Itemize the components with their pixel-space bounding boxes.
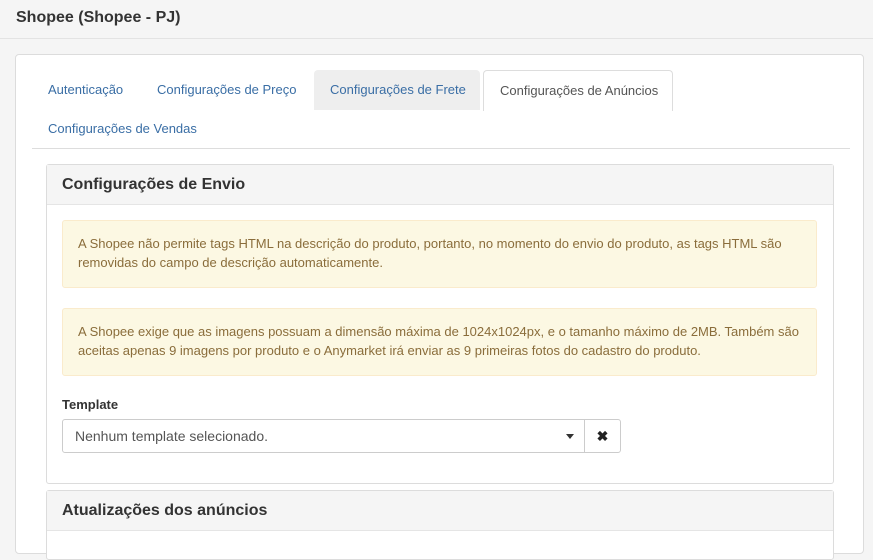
tab-autenticacao[interactable]: Autenticação <box>48 70 123 110</box>
integration-card: Autenticação Configurações de Preço Conf… <box>15 54 864 560</box>
caret-down-icon <box>566 434 574 439</box>
template-select-value: Nenhum template selecionado. <box>75 428 269 444</box>
template-label: Template <box>62 397 119 412</box>
alert-image-limits: A Shopee exige que as imagens possuam a … <box>62 308 817 376</box>
section-configuracoes-envio: Configurações de Envio A Shopee não perm… <box>46 164 834 484</box>
section-title: Atualizações dos anúncios <box>47 491 833 531</box>
template-select[interactable]: Nenhum template selecionado. <box>62 419 585 453</box>
page-title: Shopee (Shopee - PJ) <box>16 9 181 26</box>
tab-configuracoes-anuncios[interactable]: Configurações de Anúncios <box>483 70 673 111</box>
section-title: Configurações de Envio <box>47 165 833 205</box>
tab-configuracoes-preco[interactable]: Configurações de Preço <box>157 70 296 110</box>
tab-configuracoes-vendas[interactable]: Configurações de Vendas <box>48 109 197 149</box>
section-atualizacoes-anuncios: Atualizações dos anúncios <box>46 490 834 560</box>
page-header: Shopee (Shopee - PJ) <box>0 0 873 39</box>
alert-html-tags: A Shopee não permite tags HTML na descri… <box>62 220 817 288</box>
tabs-divider <box>32 148 850 149</box>
clear-template-button[interactable]: ✖ <box>584 419 621 453</box>
tab-configuracoes-frete[interactable]: Configurações de Frete <box>314 70 480 110</box>
times-icon: ✖ <box>596 428 609 444</box>
